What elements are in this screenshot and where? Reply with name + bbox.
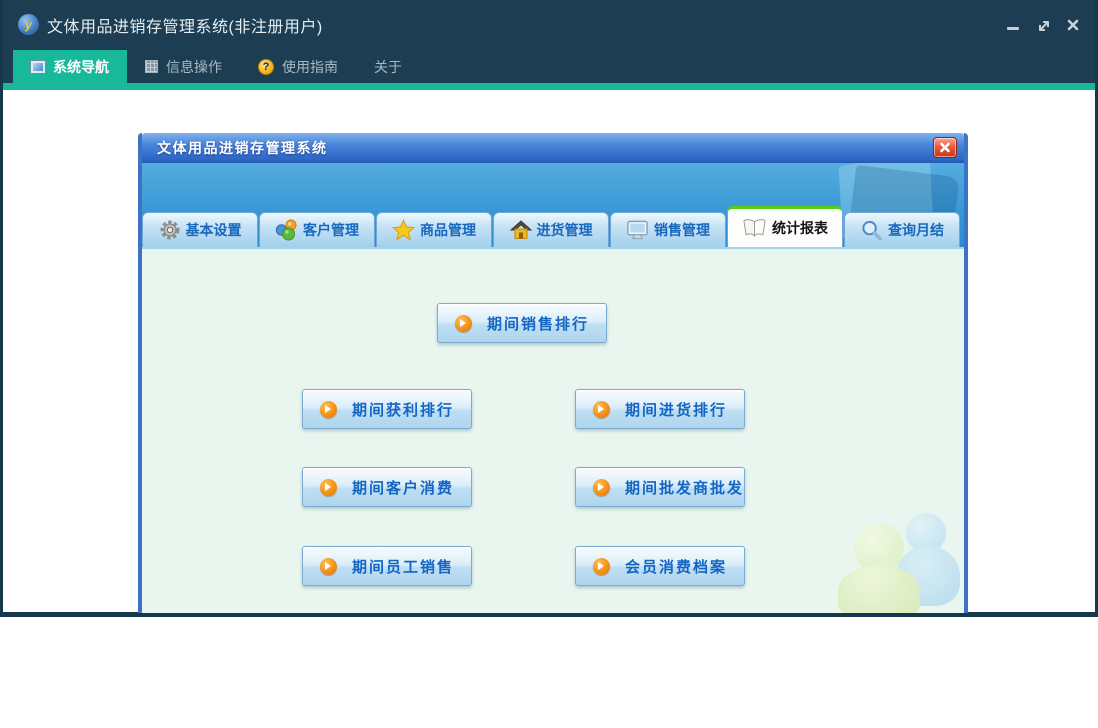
report-button-label: 会员消费档案 bbox=[625, 558, 728, 576]
button-period-sales-ranking[interactable]: 期间销售排行 bbox=[437, 303, 607, 343]
tab-label: 进货管理 bbox=[536, 222, 593, 238]
dialog-close-icon bbox=[940, 142, 950, 153]
tab-query-monthly-settlement[interactable]: 查询月结 bbox=[844, 212, 960, 247]
dialog-title: 文体用品进销存管理系统 bbox=[157, 140, 328, 156]
arrow-icon bbox=[320, 557, 337, 575]
menu-item-information-operations[interactable]: 信息操作 bbox=[127, 50, 240, 83]
menu-item-user-guide[interactable]: ? 使用指南 bbox=[240, 50, 356, 83]
app-logo-icon: y bbox=[18, 14, 39, 35]
tab-customer-management[interactable]: 客户管理 bbox=[259, 212, 375, 247]
report-button-label: 期间销售排行 bbox=[487, 315, 590, 333]
button-member-consumption-archive[interactable]: 会员消费档案 bbox=[575, 546, 745, 586]
button-period-employee-sales[interactable]: 期间员工销售 bbox=[302, 546, 472, 586]
titlebar: y 文体用品进销存管理系统(非注册用户) bbox=[3, 0, 1095, 50]
report-button-label: 期间员工销售 bbox=[352, 558, 455, 576]
close-icon bbox=[1067, 19, 1079, 31]
button-period-purchase-ranking[interactable]: 期间进货排行 bbox=[575, 389, 745, 429]
app-logo-letter: y bbox=[25, 17, 32, 32]
menu-item-label: 信息操作 bbox=[166, 58, 222, 75]
menu-item-about[interactable]: 关于 bbox=[356, 50, 420, 83]
tab-label: 查询月结 bbox=[888, 222, 944, 238]
menu-item-label: 系统导航 bbox=[53, 58, 109, 75]
arrow-icon bbox=[593, 400, 610, 418]
tab-basic-settings[interactable]: 基本设置 bbox=[142, 212, 258, 247]
menu-item-system-navigation[interactable]: 系统导航 bbox=[13, 50, 127, 83]
tab-label: 客户管理 bbox=[303, 222, 359, 238]
report-button-label: 期间批发商批发 bbox=[625, 479, 745, 497]
gear-icon bbox=[160, 220, 179, 240]
help-glyph: ? bbox=[262, 60, 270, 73]
buddies-watermark-icon bbox=[838, 513, 960, 613]
dialog-window: 文体用品进销存管理系统 基本设置 客户管理 商品管理 进货管理 销售管理 统计报… bbox=[138, 133, 968, 613]
tab-statistics-reports[interactable]: 统计报表 bbox=[727, 206, 843, 247]
app-title: 文体用品进销存管理系统(非注册用户) bbox=[47, 19, 323, 36]
monitor-icon bbox=[627, 220, 648, 240]
report-button-label: 期间获利排行 bbox=[352, 401, 455, 419]
dialog-tab-row: 基本设置 客户管理 商品管理 进货管理 销售管理 统计报表 查询月结 bbox=[142, 206, 964, 247]
report-button-label: 期间进货排行 bbox=[625, 401, 728, 419]
star-icon bbox=[392, 219, 415, 241]
menu-item-label: 关于 bbox=[374, 58, 402, 75]
tab-label: 销售管理 bbox=[654, 222, 710, 238]
tab-product-management[interactable]: 商品管理 bbox=[376, 212, 492, 247]
restore-button[interactable] bbox=[1031, 13, 1055, 37]
tab-label: 统计报表 bbox=[772, 220, 828, 236]
help-icon: ? bbox=[258, 58, 274, 75]
search-icon bbox=[862, 220, 882, 241]
tab-label: 商品管理 bbox=[420, 222, 476, 238]
window-icon bbox=[31, 60, 45, 73]
tab-purchase-management[interactable]: 进货管理 bbox=[493, 212, 609, 247]
restore-icon bbox=[1039, 21, 1049, 31]
minimize-button[interactable] bbox=[1001, 13, 1025, 37]
menu-item-label: 使用指南 bbox=[282, 58, 338, 75]
grid-icon bbox=[145, 60, 158, 73]
house-icon bbox=[509, 220, 532, 239]
minimize-icon bbox=[1007, 26, 1019, 30]
arrow-icon bbox=[593, 557, 610, 575]
menubar: 系统导航 信息操作 ? 使用指南 关于 bbox=[3, 50, 1095, 83]
arrow-icon bbox=[593, 478, 610, 496]
button-period-customer-consumption[interactable]: 期间客户消费 bbox=[302, 467, 472, 507]
book-icon bbox=[743, 219, 766, 237]
tab-label: 基本设置 bbox=[185, 222, 242, 238]
dialog-close-button[interactable] bbox=[933, 137, 957, 158]
arrow-icon bbox=[455, 314, 472, 332]
dialog-titlebar: 文体用品进销存管理系统 bbox=[142, 133, 964, 163]
accent-line bbox=[3, 83, 1095, 90]
close-button[interactable] bbox=[1061, 13, 1085, 37]
button-period-wholesaler-wholesale[interactable]: 期间批发商批发 bbox=[575, 467, 745, 507]
arrow-icon bbox=[320, 478, 337, 496]
dialog-content: 期间销售排行 期间获利排行 期间进货排行 期间客户消费 期间批发商批发 期间员工 bbox=[142, 247, 964, 613]
customers-icon bbox=[275, 219, 297, 241]
window-controls bbox=[1001, 0, 1085, 50]
app-window: y 文体用品进销存管理系统(非注册用户) 系统导航 信息操作 ? 使用指南 关于… bbox=[0, 0, 1098, 617]
tab-sales-management[interactable]: 销售管理 bbox=[610, 212, 726, 247]
arrow-icon bbox=[320, 400, 337, 418]
dialog-banner: 基本设置 客户管理 商品管理 进货管理 销售管理 统计报表 查询月结 bbox=[142, 163, 964, 247]
button-period-profit-ranking[interactable]: 期间获利排行 bbox=[302, 389, 472, 429]
report-button-label: 期间客户消费 bbox=[352, 479, 455, 497]
